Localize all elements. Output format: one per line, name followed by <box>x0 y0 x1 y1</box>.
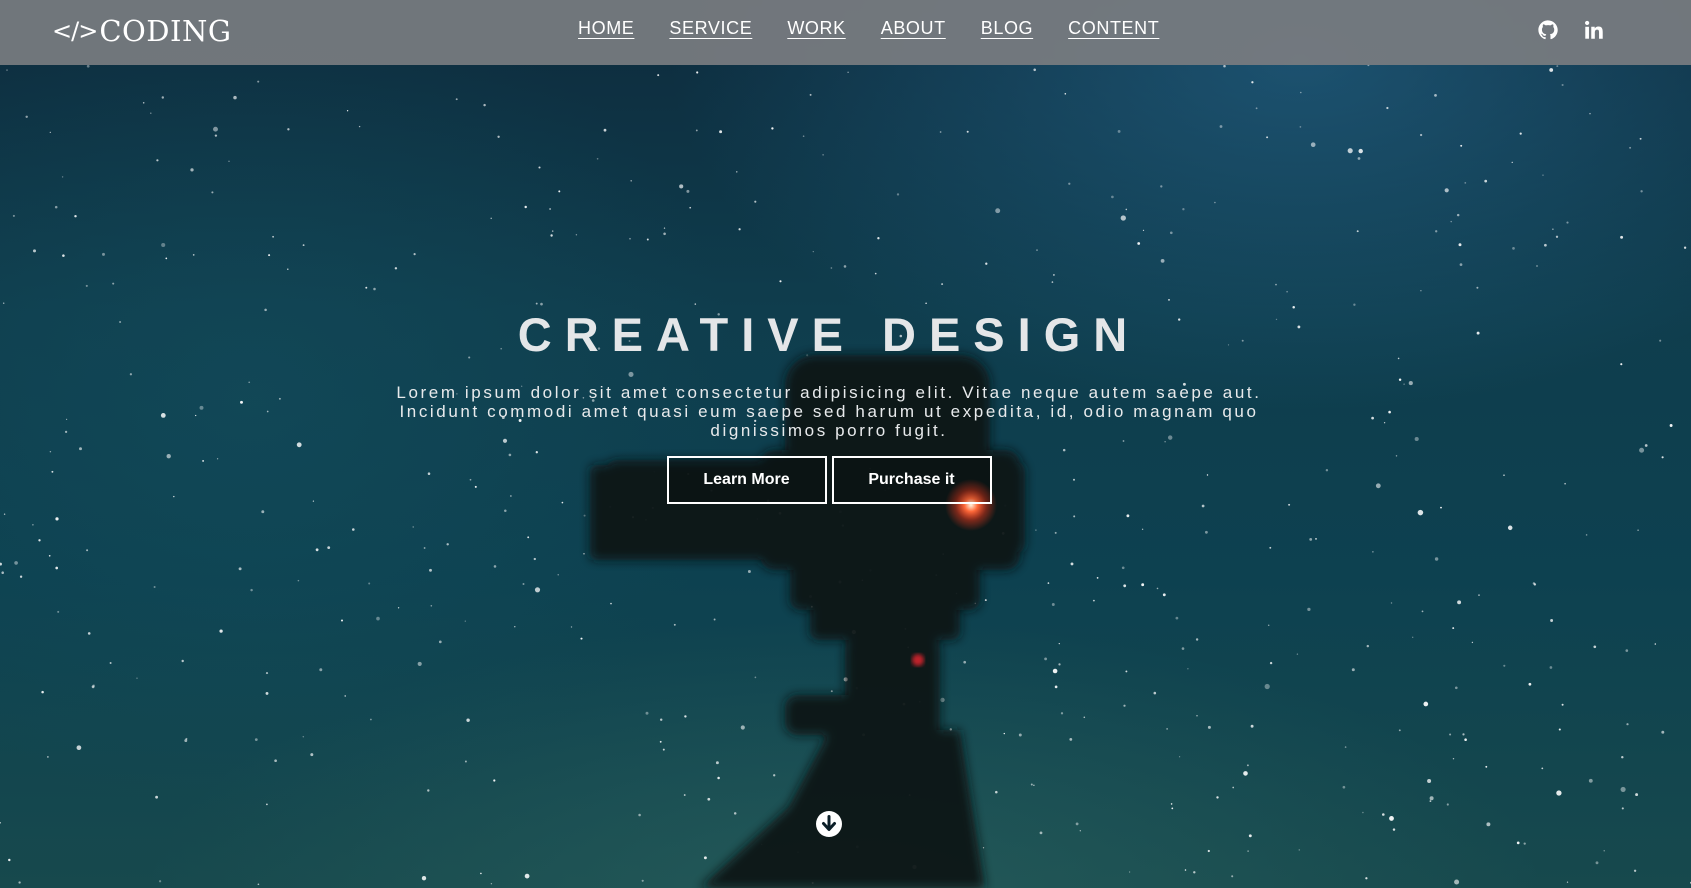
purchase-button[interactable]: Purchase it <box>831 456 992 504</box>
social-links <box>1537 19 1605 41</box>
nav-link-home[interactable]: HOME <box>578 18 634 39</box>
hero-description: Lorem ipsum dolor sit amet consectetur a… <box>396 383 1262 440</box>
linkedin-icon[interactable] <box>1583 19 1605 41</box>
hero-buttons: Learn More Purchase it <box>0 456 1658 504</box>
learn-more-button[interactable]: Learn More <box>666 456 827 504</box>
github-icon[interactable] <box>1537 19 1559 41</box>
navbar: </> CODING HOME SERVICE WORK ABOUT BLOG … <box>0 0 1691 65</box>
nav-link-blog[interactable]: BLOG <box>981 18 1033 39</box>
hero-section: CREATIVE DESIGN Lorem ipsum dolor sit am… <box>0 305 1658 504</box>
nav-link-service[interactable]: SERVICE <box>669 18 752 39</box>
hero-title: CREATIVE DESIGN <box>517 308 1141 361</box>
nav-link-about[interactable]: ABOUT <box>881 18 946 39</box>
brand-logo[interactable]: </> CODING <box>52 13 232 49</box>
main-nav: HOME SERVICE WORK ABOUT BLOG CONTENT <box>578 18 1194 39</box>
page: </> CODING HOME SERVICE WORK ABOUT BLOG … <box>0 0 1691 888</box>
arrow-down-circle-icon[interactable] <box>815 810 843 838</box>
brand-name: CODING <box>99 14 232 48</box>
nav-link-work[interactable]: WORK <box>787 18 845 39</box>
nav-link-content[interactable]: CONTENT <box>1068 18 1159 39</box>
code-brackets-icon: </> <box>52 17 98 45</box>
